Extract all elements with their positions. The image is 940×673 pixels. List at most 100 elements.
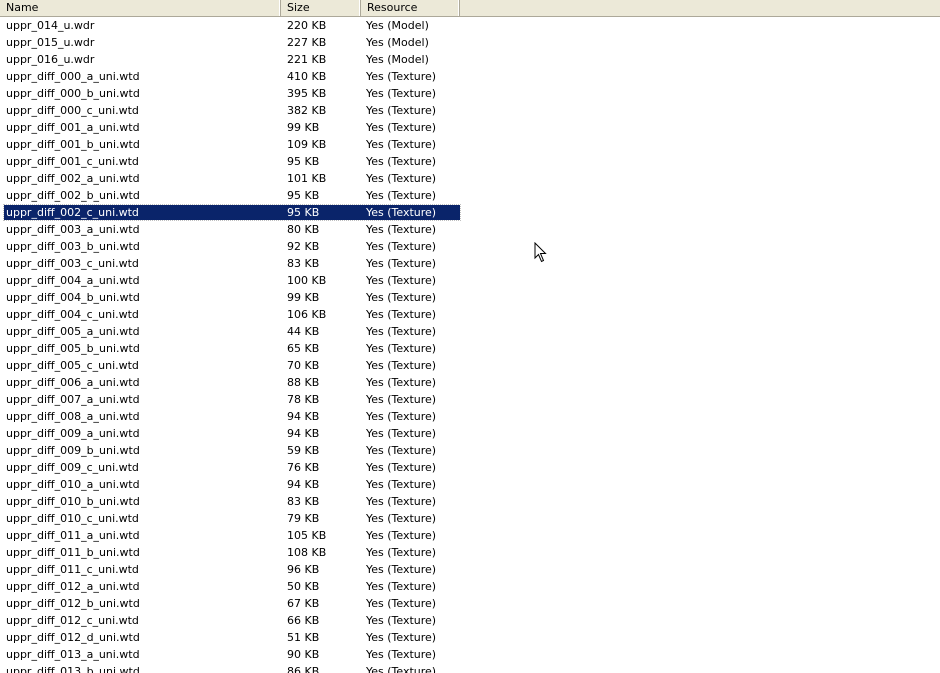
table-row[interactable]: uppr_diff_005_c_uni.wtd 70 KB Yes (Texture… [0,357,940,374]
cell-size: 66 KB [287,614,320,627]
cell-name: uppr_diff_003_a_uni.wtd [6,223,140,236]
cell-name: uppr_diff_005_b_uni.wtd [6,342,140,355]
table-row[interactable]: uppr_diff_004_a_uni.wtd 100 KB Yes (Textur… [0,272,940,289]
table-row-selected[interactable]: uppr_diff_002_c_uni.wtd 95 KB Yes (Texture… [0,204,940,221]
cell-resource: Yes (Texture) [366,308,437,321]
table-row[interactable]: uppr_diff_010_c_uni.wtd 79 KB Yes (Texture… [0,510,940,527]
table-row[interactable]: uppr_diff_012_d_uni.wtd 51 KB Yes (Texture… [0,629,940,646]
cell-resource: Yes (Texture) [366,648,437,661]
cell-name: uppr_diff_001_c_uni.wtd [6,155,139,168]
cell-resource: Yes (Texture) [366,359,437,372]
cell-resource: Yes (Texture) [366,206,437,219]
table-row[interactable]: uppr_diff_003_b_uni.wtd 92 KB Yes (Texture… [0,238,940,255]
cell-resource: Yes (Texture) [366,342,437,355]
cell-size: 67 KB [287,597,320,610]
cell-resource: Yes (Texture) [366,665,437,673]
cell-resource: Yes (Texture) [366,410,437,423]
cell-name: uppr_diff_005_c_uni.wtd [6,359,139,372]
cell-size: 108 KB [287,546,327,559]
cell-size: 94 KB [287,427,320,440]
table-row[interactable]: uppr_diff_001_b_uni.wtd 109 KB Yes (Textur… [0,136,940,153]
table-row[interactable]: uppr_diff_000_a_uni.wtd 410 KB Yes (Textur… [0,68,940,85]
file-list-view[interactable]: Name Size Resource uppr_014_u.wdr 220 KB Y… [0,0,940,673]
cell-resource: Yes (Texture) [366,393,437,406]
cell-size: 70 KB [287,359,320,372]
table-row[interactable]: uppr_diff_011_b_uni.wtd 108 KB Yes (Textur… [0,544,940,561]
cell-name: uppr_diff_004_a_uni.wtd [6,274,140,287]
cell-size: 51 KB [287,631,320,644]
cell-size: 92 KB [287,240,320,253]
cell-name: uppr_diff_001_b_uni.wtd [6,138,140,151]
cell-name: uppr_diff_009_b_uni.wtd [6,444,140,457]
table-row[interactable]: uppr_diff_006_a_uni.wtd 88 KB Yes (Texture… [0,374,940,391]
table-row[interactable]: uppr_diff_013_a_uni.wtd 90 KB Yes (Texture… [0,646,940,663]
cell-resource: Yes (Texture) [366,87,437,100]
cell-name: uppr_diff_012_d_uni.wtd [6,631,140,644]
cell-resource: Yes (Texture) [366,240,437,253]
cell-resource: Yes (Texture) [366,444,437,457]
cell-resource: Yes (Texture) [366,546,437,559]
cell-name: uppr_diff_001_a_uni.wtd [6,121,140,134]
table-row[interactable]: uppr_diff_004_b_uni.wtd 99 KB Yes (Texture… [0,289,940,306]
table-row[interactable]: uppr_diff_000_c_uni.wtd 382 KB Yes (Textur… [0,102,940,119]
cell-size: 79 KB [287,512,320,525]
cell-resource: Yes (Texture) [366,597,437,610]
table-row[interactable]: uppr_diff_012_a_uni.wtd 50 KB Yes (Texture… [0,578,940,595]
table-row[interactable]: uppr_diff_005_a_uni.wtd 44 KB Yes (Texture… [0,323,940,340]
cell-resource: Yes (Texture) [366,325,437,338]
column-header-resource[interactable]: Resource [361,0,460,16]
table-row[interactable]: uppr_diff_009_b_uni.wtd 59 KB Yes (Texture… [0,442,940,459]
cell-resource: Yes (Texture) [366,495,437,508]
table-row[interactable]: uppr_015_u.wdr 227 KB Yes (Model) [0,34,940,51]
cell-size: 96 KB [287,563,320,576]
table-row[interactable]: uppr_diff_011_a_uni.wtd 105 KB Yes (Textur… [0,527,940,544]
cell-resource: Yes (Texture) [366,529,437,542]
table-row[interactable]: uppr_diff_007_a_uni.wtd 78 KB Yes (Texture… [0,391,940,408]
table-row[interactable]: uppr_diff_012_c_uni.wtd 66 KB Yes (Texture… [0,612,940,629]
table-row[interactable]: uppr_diff_003_c_uni.wtd 83 KB Yes (Texture… [0,255,940,272]
table-row[interactable]: uppr_diff_004_c_uni.wtd 106 KB Yes (Textur… [0,306,940,323]
cell-resource: Yes (Texture) [366,274,437,287]
table-row[interactable]: uppr_diff_002_b_uni.wtd 95 KB Yes (Texture… [0,187,940,204]
cell-size: 105 KB [287,529,327,542]
table-row[interactable]: uppr_diff_009_c_uni.wtd 76 KB Yes (Texture… [0,459,940,476]
cell-size: 88 KB [287,376,320,389]
table-row[interactable]: uppr_diff_008_a_uni.wtd 94 KB Yes (Texture… [0,408,940,425]
cell-name: uppr_diff_007_a_uni.wtd [6,393,140,406]
cell-size: 100 KB [287,274,327,287]
column-header-size[interactable]: Size [281,0,361,16]
table-row[interactable]: uppr_diff_009_a_uni.wtd 94 KB Yes (Texture… [0,425,940,442]
column-header-name[interactable]: Name [0,0,281,16]
table-row[interactable]: uppr_014_u.wdr 220 KB Yes (Model) [0,17,940,34]
table-row[interactable]: uppr_016_u.wdr 221 KB Yes (Model) [0,51,940,68]
cell-size: 95 KB [287,206,320,219]
cell-name: uppr_diff_011_c_uni.wtd [6,563,139,576]
cell-name: uppr_diff_004_c_uni.wtd [6,308,139,321]
cell-name: uppr_diff_000_b_uni.wtd [6,87,140,100]
table-row[interactable]: uppr_diff_012_b_uni.wtd 67 KB Yes (Texture… [0,595,940,612]
table-row[interactable]: uppr_diff_010_a_uni.wtd 94 KB Yes (Texture… [0,476,940,493]
table-row[interactable]: uppr_diff_001_a_uni.wtd 99 KB Yes (Texture… [0,119,940,136]
table-row[interactable]: uppr_diff_011_c_uni.wtd 96 KB Yes (Texture… [0,561,940,578]
table-row[interactable]: uppr_diff_001_c_uni.wtd 95 KB Yes (Texture… [0,153,940,170]
cell-size: 59 KB [287,444,320,457]
table-row[interactable]: uppr_diff_013_b_uni.wtd 86 KB Yes (Texture… [0,663,940,673]
table-row[interactable]: uppr_diff_005_b_uni.wtd 65 KB Yes (Texture… [0,340,940,357]
cell-size: 395 KB [287,87,327,100]
cell-size: 220 KB [287,19,327,32]
cell-name: uppr_diff_010_a_uni.wtd [6,478,140,491]
cell-name: uppr_diff_011_b_uni.wtd [6,546,140,559]
table-row[interactable]: uppr_diff_002_a_uni.wtd 101 KB Yes (Textur… [0,170,940,187]
cell-size: 86 KB [287,665,320,673]
table-row[interactable]: uppr_diff_000_b_uni.wtd 395 KB Yes (Textur… [0,85,940,102]
cell-name: uppr_diff_002_a_uni.wtd [6,172,140,185]
cell-name: uppr_diff_009_c_uni.wtd [6,461,139,474]
cell-resource: Yes (Texture) [366,478,437,491]
cell-name: uppr_diff_002_b_uni.wtd [6,189,140,202]
table-row[interactable]: uppr_diff_010_b_uni.wtd 83 KB Yes (Texture… [0,493,940,510]
cell-resource: Yes (Model) [366,53,429,66]
cell-name: uppr_014_u.wdr [6,19,95,32]
cell-size: 99 KB [287,291,320,304]
cell-size: 94 KB [287,410,320,423]
table-row[interactable]: uppr_diff_003_a_uni.wtd 80 KB Yes (Texture… [0,221,940,238]
